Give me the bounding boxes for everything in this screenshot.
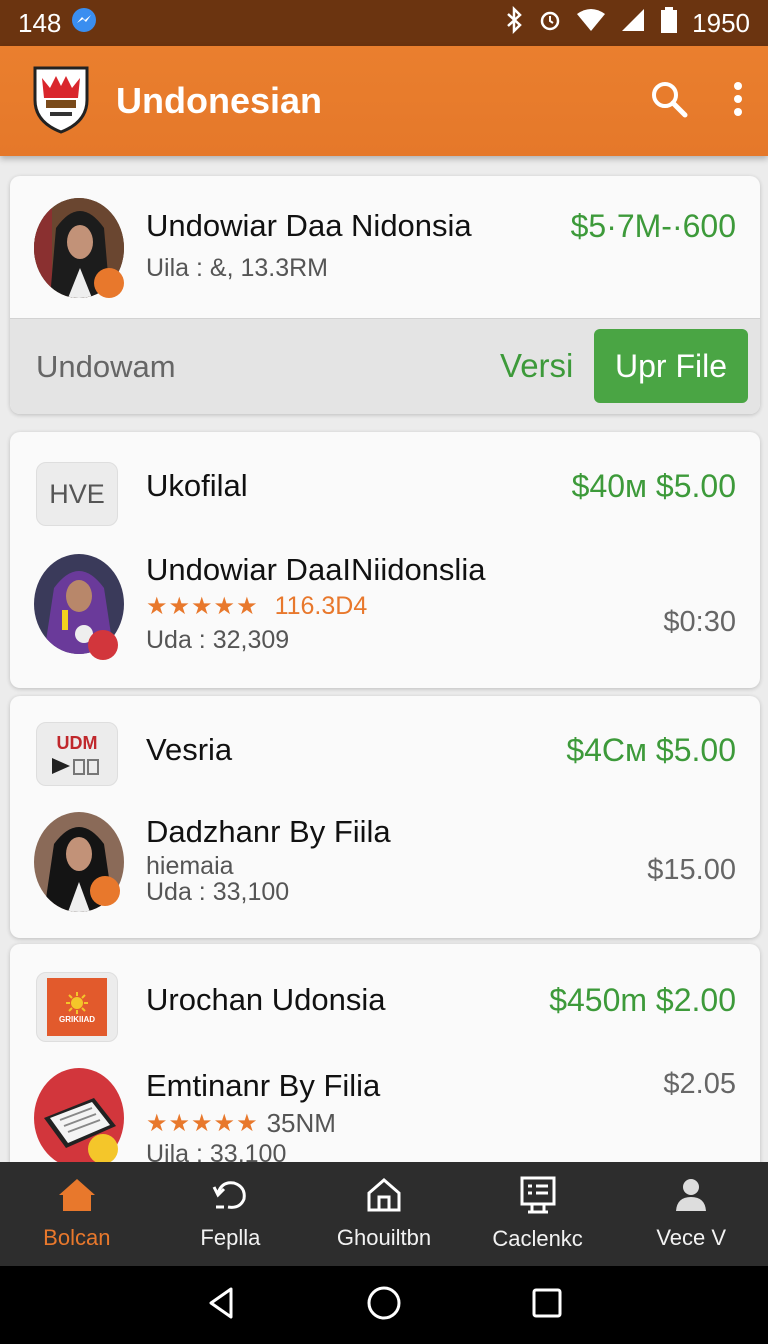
more-options-icon[interactable]	[732, 81, 744, 122]
nav-label: Ghouiltbn	[336, 1225, 432, 1250]
nav-label: Feplla	[200, 1225, 261, 1250]
item-title: Emtinanr By Filia	[146, 1068, 381, 1103]
item-title: Dadzhanr By Fiila	[146, 814, 391, 849]
home-circle-icon[interactable]	[366, 1285, 402, 1326]
status-time-right: 1950	[692, 7, 750, 38]
signal-icon	[620, 7, 646, 40]
star-rating-icon: ★★★★★	[146, 593, 259, 620]
list-item[interactable]: UDM Vesria $4Cм $5.00 Dadzhanr By Fiila …	[10, 696, 760, 938]
item-header-price: $40м $5.00	[571, 468, 736, 504]
calendar-list-icon	[518, 1176, 558, 1220]
search-icon[interactable]	[650, 80, 688, 123]
chart-icon	[52, 757, 99, 775]
list-item[interactable]: HVE Ukofilal $40м $5.00 Undowiar DaaINii…	[10, 432, 760, 688]
rating-count: 116.3D4	[274, 592, 368, 620]
status-dot	[88, 630, 118, 660]
thumbnail-label: UDM	[56, 732, 98, 753]
bluetooth-icon	[504, 5, 524, 41]
list-item[interactable]: GRIKIIAD Urochan Udonsia $450m $2.00 Emt…	[10, 944, 760, 1162]
nav-label: Caclenkc	[492, 1226, 583, 1251]
item-header-price: $450m $2.00	[549, 982, 736, 1018]
card-footer: Undowam Versi Upr File	[10, 318, 760, 414]
footer-label: Undowam	[36, 349, 176, 384]
thumbnail: HVE	[36, 462, 118, 526]
alarm-icon	[538, 6, 562, 41]
system-nav-bar	[0, 1266, 768, 1344]
book-cover: GRIKIIAD	[47, 978, 107, 1036]
item-header-price: $4Cм $5.00	[566, 732, 736, 768]
item-subtitle: Uila : 33,100	[146, 1140, 287, 1162]
back-icon[interactable]	[205, 1285, 237, 1326]
list-item[interactable]: Undowiar Daa Nidonsia Uila : &, 13.3RM $…	[10, 176, 760, 414]
thumbnail-label: HVE	[49, 478, 105, 509]
status-bar: 148 1950	[0, 0, 768, 46]
rating-row: ★★★★★ 116.3D4	[146, 592, 367, 621]
nav-item-ghouiltbn[interactable]: Ghouiltbn	[307, 1162, 461, 1266]
item-subtitle: Uda : 33,100	[146, 878, 290, 906]
recents-icon[interactable]	[531, 1287, 563, 1324]
nav-item-bolcan[interactable]: Bolcan	[0, 1162, 154, 1266]
item-price: $0:30	[663, 606, 736, 638]
item-price: $15.00	[647, 854, 736, 886]
thumbnail: GRIKIIAD	[36, 972, 118, 1042]
upload-file-button[interactable]: Upr File	[594, 329, 748, 403]
rating-count: 35NM	[266, 1108, 336, 1138]
item-title: Undowiar DaaINiidonslia	[146, 552, 486, 587]
nav-item-feplla[interactable]: Feplla	[154, 1162, 308, 1266]
item-price: $5·7M-·600	[570, 208, 736, 244]
version-link[interactable]: Versi	[500, 347, 573, 385]
content-list: Undowiar Daa Nidonsia Uila : &, 13.3RM $…	[0, 156, 768, 1162]
star-rating-icon: ★★★★★	[146, 1110, 259, 1137]
sun-icon	[66, 991, 88, 1014]
item-subtitle: Uila : &, 13.3RM	[146, 254, 329, 282]
rating-row: ★★★★★ 35NM	[146, 1108, 336, 1139]
nav-item-caclenkc[interactable]: Caclenkc	[461, 1162, 615, 1266]
item-header-title: Vesria	[146, 732, 233, 767]
status-time-left: 148	[18, 7, 62, 38]
nav-item-vece-v[interactable]: Vece V	[614, 1162, 768, 1266]
item-header-title: Urochan Udonsia	[146, 982, 386, 1017]
person-icon	[671, 1177, 711, 1219]
item-title: Undowiar Daa Nidonsia	[146, 208, 472, 243]
nav-label: Bolcan	[43, 1225, 111, 1250]
status-dot	[94, 268, 124, 298]
thumbnail: UDM	[36, 722, 118, 786]
app-title: Undonesian	[116, 80, 323, 121]
app-bar: Undonesian	[0, 46, 768, 156]
bottom-nav: Bolcan Feplla Ghouiltbn Caclenkc Vece V	[0, 1162, 768, 1266]
refresh-icon	[210, 1177, 250, 1219]
item-subtitle-secondary: hiemaia	[146, 852, 234, 880]
battery-icon	[660, 6, 678, 41]
wifi-icon	[576, 7, 606, 40]
house-outline-icon	[364, 1177, 404, 1219]
item-subtitle: Uda : 32,309	[146, 626, 290, 654]
app-logo-icon	[32, 64, 90, 139]
home-icon	[57, 1177, 97, 1219]
book-label: GRIKIIAD	[59, 1014, 95, 1024]
messenger-icon	[71, 7, 97, 40]
item-price: $2.05	[663, 1068, 736, 1100]
item-header-title: Ukofilal	[146, 468, 248, 503]
status-dot	[90, 876, 120, 906]
nav-label: Vece V	[656, 1225, 727, 1250]
status-dot	[88, 1134, 118, 1162]
